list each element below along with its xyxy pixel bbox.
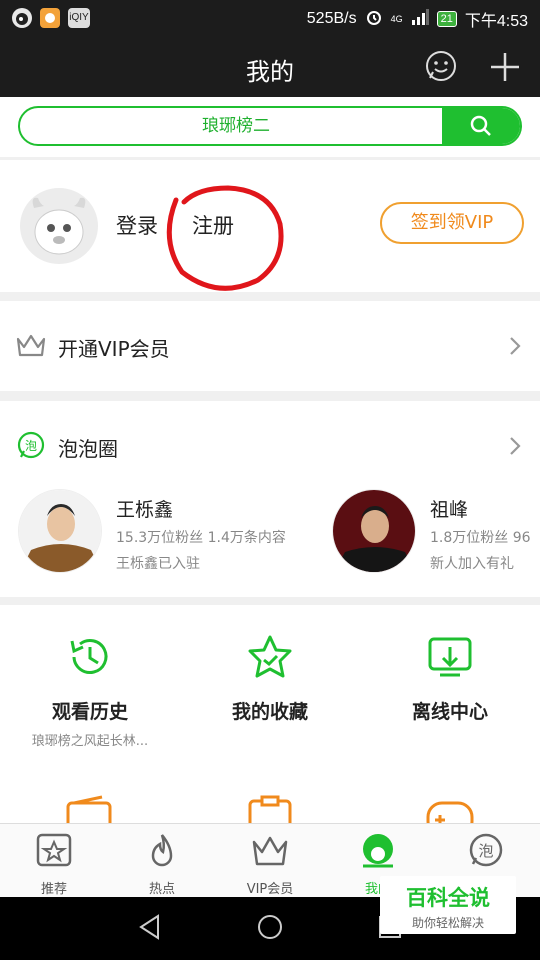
star-note: 新人加入有礼 (430, 556, 514, 572)
bubble-icon: 泡 (469, 833, 503, 867)
watermark-subtitle: 助你轻松解决 (411, 916, 484, 930)
watermark-title: 百科全说 (406, 886, 490, 910)
login-link[interactable]: 登录 (116, 210, 158, 240)
watermark-logo: 百科全说 助你轻松解决 (380, 876, 516, 934)
star-name: 王栎鑫 (116, 499, 174, 521)
clock: 下午4:53 (464, 13, 528, 30)
signal-icon (411, 8, 429, 30)
search-button[interactable] (442, 108, 520, 144)
tab-label: 热点 (148, 882, 175, 897)
vip-membership-row[interactable]: 开通VIP会员 (0, 301, 540, 391)
search-icon (470, 115, 491, 136)
checkin-vip-button[interactable]: 签到领VIP (380, 202, 524, 244)
hot-fire-icon (151, 834, 173, 867)
star-card[interactable]: 王栎鑫 15.3万位粉丝 1.4万条内容 王栎鑫已入驻 (18, 489, 318, 579)
vip-row-label: 开通VIP会员 (58, 337, 170, 361)
tab-hot[interactable]: 热点 (108, 832, 216, 897)
star-stats: 1.8万位粉丝 96 (430, 530, 531, 546)
bubble-circle-title[interactable]: 泡泡圈 (58, 433, 118, 462)
home-icon[interactable] (256, 913, 284, 941)
star-avatar (18, 489, 102, 573)
my-profile-icon (363, 834, 393, 868)
tool-subtitle: 琅琊榜之风起长林... (31, 734, 149, 749)
back-icon[interactable] (136, 913, 164, 941)
chevron-right-icon (510, 337, 521, 355)
tab-label: 推荐 (40, 882, 67, 897)
message-icon[interactable] (424, 50, 458, 84)
offline-download-icon (428, 637, 472, 677)
clipboard-icon (248, 795, 292, 823)
profile-card: 登录 注册 签到领VIP (0, 160, 540, 292)
search-section: 琅琊榜二 (0, 97, 540, 157)
star-name: 祖峰 (430, 499, 469, 521)
crown-icon (16, 334, 46, 357)
wallet-icon (66, 795, 112, 823)
red-annotation-circle (166, 185, 284, 291)
svg-text:泡: 泡 (25, 439, 37, 453)
bubble-icon: 泡 (17, 431, 45, 459)
star-stats: 15.3万位粉丝 1.4万条内容 (116, 530, 286, 546)
top-header: 我的 (0, 36, 540, 97)
tab-label: VIP会员 (246, 882, 294, 897)
svg-text:泡: 泡 (478, 842, 493, 860)
vip-crown-icon (252, 836, 288, 866)
status-bar: iQIY 525B/s 4G 21 下午4:53 (0, 0, 540, 36)
bubble-circle-section: 泡 泡泡圈 王栎鑫 15.3万位粉丝 1.4万条内容 王栎鑫已入驻 祖峰 1.8… (0, 401, 540, 597)
gamepad-icon (426, 801, 474, 823)
iqiyi-icon: iQIY (68, 8, 90, 28)
weibo-icon (12, 8, 32, 28)
tab-recommend[interactable]: 推荐 (0, 832, 108, 897)
star-card[interactable]: 祖峰 1.8万位粉丝 96 新人加入有礼 (332, 489, 540, 579)
tools-grid: 观看历史 琅琊榜之风起长林... 我的收藏 离线中心 (0, 605, 540, 823)
search-bar[interactable]: 琅琊榜二 (18, 106, 522, 146)
search-input[interactable]: 琅琊榜二 (20, 108, 442, 144)
history-clock-icon (70, 639, 108, 674)
tool-title: 离线中心 (411, 701, 488, 723)
taobao-icon (40, 8, 60, 28)
recommend-icon (36, 833, 72, 867)
page-title: 我的 (246, 58, 294, 86)
star-note: 王栎鑫已入驻 (116, 556, 200, 572)
my-favorites-button[interactable]: 我的收藏 (180, 633, 360, 724)
tool-title: 我的收藏 (231, 701, 308, 723)
alarm-icon (365, 8, 383, 31)
tab-vip[interactable]: VIP会员 (216, 832, 324, 897)
star-avatar (332, 489, 416, 573)
battery-indicator: 21 (436, 11, 457, 27)
signal-label: 4G (390, 14, 403, 24)
tab-bubble[interactable]: 泡 (432, 832, 540, 878)
chevron-right-icon[interactable] (508, 436, 522, 456)
network-speed: 525B/s (306, 10, 357, 27)
offline-center-button[interactable]: 离线中心 (360, 633, 540, 724)
add-icon[interactable] (488, 50, 522, 84)
favorite-star-icon (248, 635, 292, 678)
avatar[interactable] (20, 188, 98, 264)
watch-history-button[interactable]: 观看历史 琅琊榜之风起长林... (0, 633, 180, 749)
tool-title: 观看历史 (51, 701, 128, 723)
